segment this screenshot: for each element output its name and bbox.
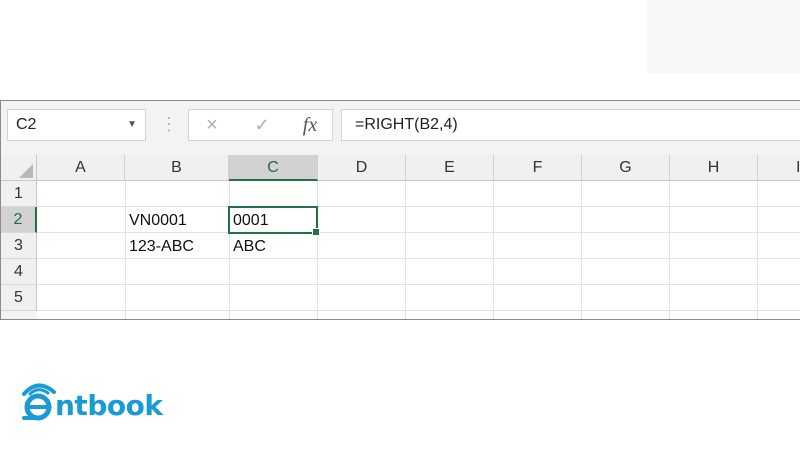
worksheet-grid: A B C D E F G H I 1 2 3 4 5 bbox=[1, 155, 800, 319]
column-headers: A B C D E F G H I bbox=[1, 155, 800, 181]
column-header-c[interactable]: C bbox=[229, 155, 318, 181]
column-header-b[interactable]: B bbox=[125, 155, 229, 181]
enter-check-icon[interactable]: ✓ bbox=[251, 110, 273, 140]
active-cell-border bbox=[228, 206, 320, 236]
cell-c3[interactable]: ABC bbox=[229, 233, 317, 259]
cancel-icon[interactable]: × bbox=[201, 110, 223, 140]
background-panel bbox=[647, 0, 800, 73]
column-header-f[interactable]: F bbox=[494, 155, 582, 181]
cell-b3[interactable]: 123-ABC bbox=[125, 233, 229, 259]
row-header-4[interactable]: 4 bbox=[1, 259, 37, 285]
gridline bbox=[581, 181, 582, 319]
column-header-h[interactable]: H bbox=[670, 155, 758, 181]
row-header-5[interactable]: 5 bbox=[1, 285, 37, 311]
column-header-i[interactable]: I bbox=[758, 155, 800, 181]
drag-handle-icon[interactable]: ⋮ bbox=[160, 111, 178, 139]
gridline bbox=[757, 181, 758, 319]
gridline bbox=[669, 181, 670, 319]
column-header-e[interactable]: E bbox=[406, 155, 494, 181]
fill-handle[interactable] bbox=[312, 228, 320, 236]
row-header-1[interactable]: 1 bbox=[1, 181, 37, 207]
cells-area[interactable]: VN0001 0001 123-ABC ABC bbox=[37, 181, 800, 319]
select-all-triangle-icon bbox=[19, 164, 33, 178]
row-header-3[interactable]: 3 bbox=[1, 233, 37, 259]
cell-b2[interactable]: VN0001 bbox=[125, 207, 229, 233]
select-all-button[interactable] bbox=[1, 155, 37, 181]
column-header-g[interactable]: G bbox=[582, 155, 670, 181]
formula-buttons: × ✓ fx bbox=[188, 109, 333, 141]
name-box[interactable]: C2 ▼ bbox=[7, 109, 146, 141]
gridline bbox=[405, 181, 406, 319]
column-header-a[interactable]: A bbox=[37, 155, 125, 181]
logo-text: ntbook bbox=[55, 389, 163, 422]
insert-function-icon[interactable]: fx bbox=[297, 110, 323, 140]
gridline bbox=[317, 181, 318, 319]
name-box-value: C2 bbox=[16, 116, 37, 133]
chevron-down-icon[interactable]: ▼ bbox=[127, 110, 137, 140]
formula-input[interactable]: =RIGHT(B2,4) bbox=[341, 109, 800, 141]
gridline bbox=[493, 181, 494, 319]
brand-logo: ntbook bbox=[18, 380, 168, 424]
column-header-d[interactable]: D bbox=[318, 155, 406, 181]
spreadsheet-window: C2 ▼ ⋮ × ✓ fx =RIGHT(B2,4) A B C D E F G… bbox=[0, 100, 800, 320]
gridline bbox=[37, 310, 800, 311]
gridline bbox=[37, 284, 800, 285]
row-header-2[interactable]: 2 bbox=[1, 207, 37, 233]
